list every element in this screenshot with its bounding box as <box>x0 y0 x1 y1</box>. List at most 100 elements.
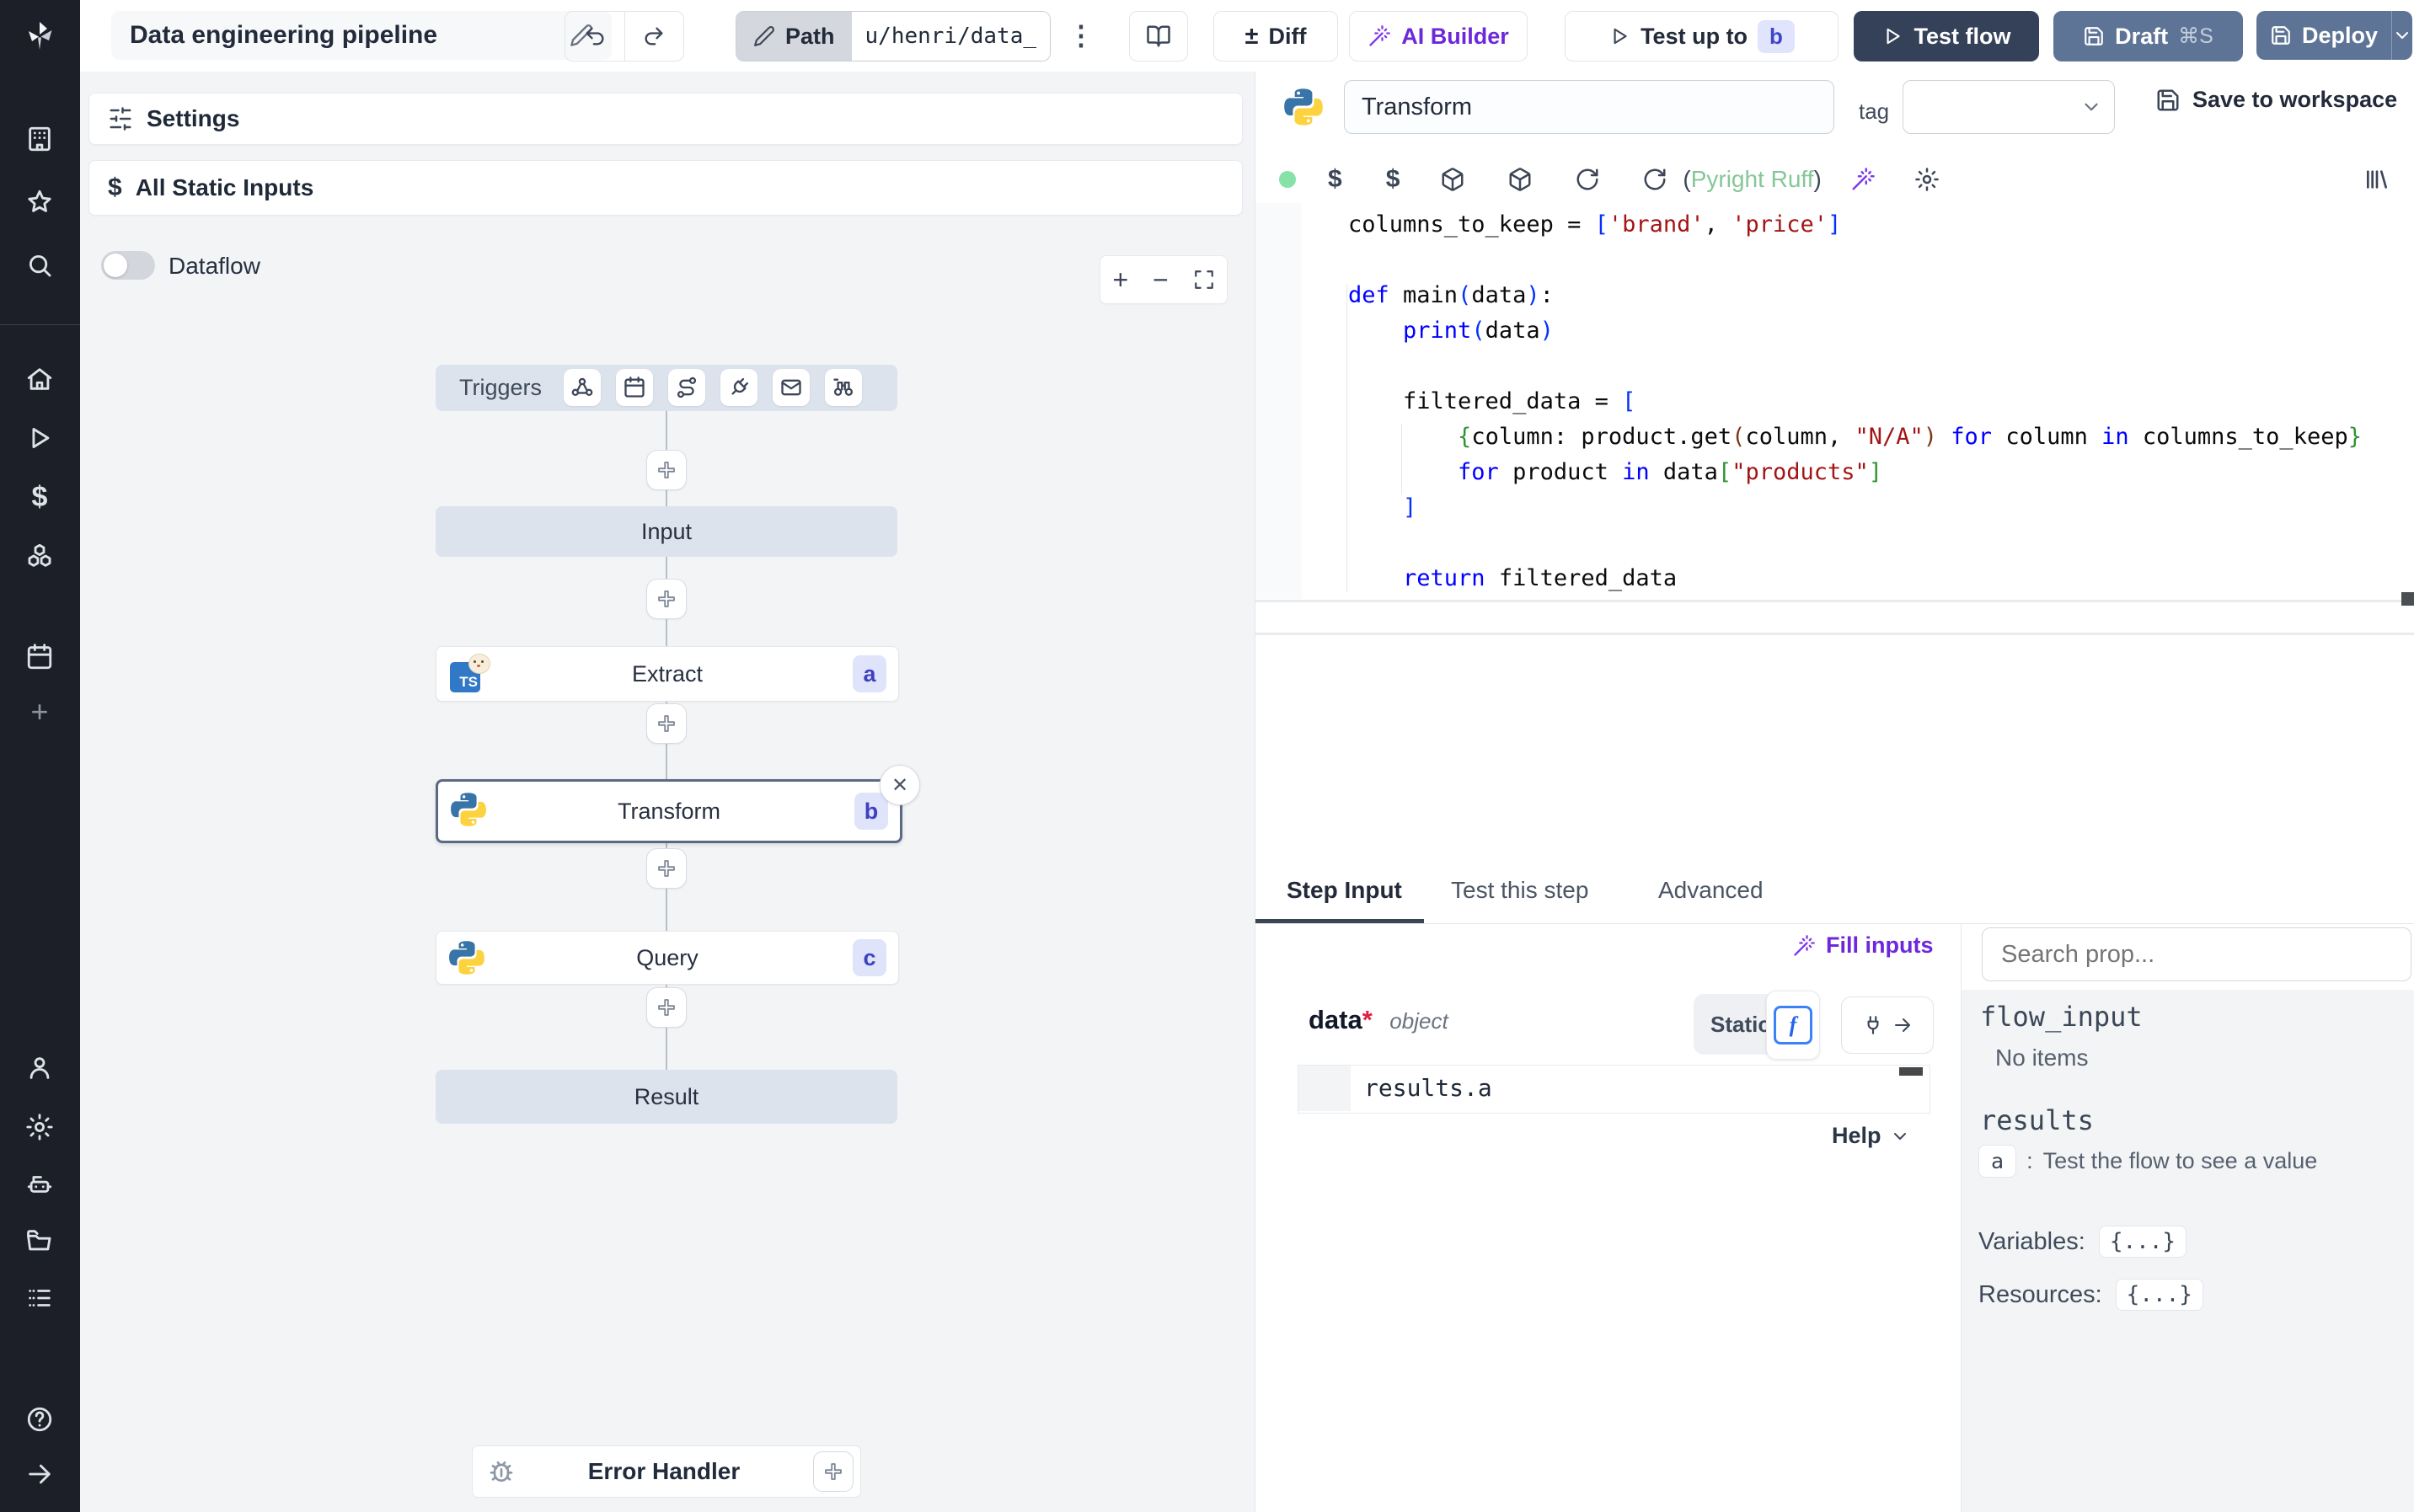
sidebar-item-folders[interactable] <box>23 1224 56 1258</box>
indent-guide <box>1346 284 1347 592</box>
delete-step-button[interactable]: ✕ <box>880 765 920 805</box>
expression-editor[interactable]: results.a <box>1298 1065 1930 1114</box>
add-step-button-1[interactable] <box>646 450 687 490</box>
sidebar-item-search[interactable] <box>23 248 56 282</box>
flow-node-input[interactable]: Input <box>436 506 897 557</box>
package-icon[interactable] <box>1440 167 1465 192</box>
lint-status: (Pyright Ruff) <box>1683 166 1821 193</box>
sidebar-item-add[interactable]: + <box>23 694 56 729</box>
path-button[interactable]: Path u/henri/data_ <box>736 11 1052 61</box>
trigger-poll-button[interactable] <box>825 369 862 406</box>
chevron-down-icon <box>2392 25 2412 45</box>
static-mode-label[interactable]: Static <box>1710 1012 1770 1038</box>
test-up-to-button[interactable]: Test up to b <box>1565 11 1839 61</box>
code-scrollbar-handle[interactable] <box>2401 592 2414 606</box>
props-variables-row[interactable]: Variables: {...} <box>1978 1226 2187 1258</box>
reload-icon[interactable] <box>1575 167 1600 192</box>
javascript-mode-button[interactable]: f <box>1766 991 1820 1060</box>
static-inputs-icon[interactable]: $ <box>1328 165 1342 194</box>
tag-select[interactable] <box>1903 80 2115 134</box>
step-name-input[interactable] <box>1344 80 1834 134</box>
flow-node-extract[interactable]: TS Extract a <box>436 646 899 702</box>
result-key-chip[interactable]: a <box>1978 1145 2017 1178</box>
sidebar: $ + <box>0 0 80 1512</box>
undo-button[interactable] <box>565 12 625 61</box>
connect-input-button[interactable] <box>1841 996 1934 1054</box>
flow-canvas[interactable]: Settings $ All Static Inputs Dataflow + … <box>80 72 1255 1512</box>
sidebar-item-settings[interactable] <box>23 1110 56 1144</box>
add-step-button-2[interactable] <box>646 579 687 619</box>
fill-inputs-button[interactable]: Fill inputs <box>1792 932 1934 959</box>
trigger-schedule-button[interactable] <box>616 369 653 406</box>
sidebar-expand-icon[interactable] <box>23 1457 56 1491</box>
diff-button[interactable]: ± Diff <box>1213 11 1338 61</box>
reload-icon-2[interactable] <box>1642 167 1667 192</box>
trigger-email-button[interactable] <box>773 369 810 406</box>
trigger-websocket-button[interactable] <box>720 369 757 406</box>
variables-icon[interactable]: $ <box>1386 165 1400 194</box>
ai-wand-icon[interactable] <box>1850 167 1876 192</box>
more-options-kebab-icon[interactable]: ⋮ <box>1064 11 1098 60</box>
sidebar-item-workspace[interactable] <box>23 122 56 156</box>
sidebar-item-audit-logs[interactable] <box>23 1281 56 1315</box>
trigger-webhook-button[interactable] <box>564 369 601 406</box>
path-label-segment[interactable]: Path <box>736 12 852 61</box>
windmill-logo-icon[interactable] <box>23 19 56 52</box>
flow-settings-button[interactable]: Settings <box>88 93 1243 145</box>
add-step-button-5[interactable] <box>646 987 687 1028</box>
ai-builder-button[interactable]: AI Builder <box>1349 11 1528 61</box>
variables-braces-chip[interactable]: {...} <box>2098 1226 2187 1258</box>
test-flow-button[interactable]: Test flow <box>1854 11 2039 61</box>
sidebar-item-resources[interactable] <box>23 539 56 573</box>
library-icon[interactable] <box>2363 166 2390 193</box>
redo-button[interactable] <box>625 12 684 61</box>
zoom-out-icon[interactable]: − <box>1153 264 1169 296</box>
props-flow-input-header[interactable]: flow_input <box>1980 1001 2143 1033</box>
flow-node-triggers[interactable]: Triggers <box>436 365 897 411</box>
tab-advanced[interactable]: Advanced <box>1658 877 1764 904</box>
editor-settings-gear-icon[interactable] <box>1914 167 1940 192</box>
save-to-workspace-button[interactable]: Save to workspace <box>2155 87 2397 113</box>
trigger-route-button[interactable] <box>668 369 705 406</box>
dataflow-toggle[interactable] <box>101 251 155 280</box>
add-step-button-3[interactable] <box>646 703 687 744</box>
package-icon-2[interactable] <box>1507 167 1533 192</box>
add-error-handler-button[interactable] <box>813 1451 854 1492</box>
sidebar-item-schedules[interactable] <box>23 640 56 674</box>
zoom-in-icon[interactable]: + <box>1112 264 1128 296</box>
sidebar-item-users[interactable] <box>23 1051 56 1085</box>
settings-label: Settings <box>147 105 240 131</box>
add-step-button-4[interactable] <box>646 848 687 889</box>
flow-node-result[interactable]: Result <box>436 1070 897 1124</box>
sidebar-item-help[interactable] <box>23 1402 56 1436</box>
flow-node-query[interactable]: Query c <box>436 931 899 985</box>
sidebar-item-home[interactable] <box>23 362 56 396</box>
code-editor[interactable]: columns_to_keep = ['brand', 'price'] def … <box>1255 203 2414 599</box>
resources-braces-chip[interactable]: {...} <box>2115 1279 2203 1311</box>
path-value-segment[interactable]: u/henri/data_ <box>851 12 1051 61</box>
sidebar-item-workers[interactable] <box>23 1167 56 1201</box>
expression-value[interactable]: results.a <box>1364 1074 1492 1102</box>
sidebar-item-variables[interactable]: $ <box>23 480 56 514</box>
fullscreen-icon[interactable] <box>1193 269 1215 291</box>
flow-title[interactable]: Data engineering pipeline <box>111 11 612 60</box>
tab-step-input[interactable]: Step Input <box>1287 877 1402 904</box>
code-content[interactable]: columns_to_keep = ['brand', 'price'] def … <box>1348 207 2362 596</box>
code-gutter <box>1255 203 1302 599</box>
draft-button[interactable]: Draft ⌘S <box>2053 11 2243 61</box>
deploy-button[interactable]: Deploy <box>2256 23 2391 49</box>
all-static-inputs-button[interactable]: $ All Static Inputs <box>88 160 1243 216</box>
props-resources-row[interactable]: Resources: {...} <box>1978 1279 2203 1311</box>
sidebar-item-runs[interactable] <box>23 421 56 455</box>
search-prop-input[interactable] <box>1982 927 2411 981</box>
plus-icon <box>656 589 677 609</box>
error-handler-node[interactable]: Error Handler <box>472 1445 861 1498</box>
tab-test-this-step[interactable]: Test this step <box>1451 877 1588 904</box>
props-result-row[interactable]: a : Test the flow to see a value <box>1978 1145 2317 1178</box>
deploy-dropdown-button[interactable] <box>2392 25 2412 45</box>
docs-book-button[interactable] <box>1129 11 1188 61</box>
sidebar-item-favorites[interactable] <box>23 185 56 219</box>
help-dropdown[interactable]: Help <box>1832 1123 1910 1149</box>
props-results-header[interactable]: results <box>1980 1104 2094 1136</box>
flow-node-transform-selected[interactable]: Transform b <box>436 779 902 843</box>
